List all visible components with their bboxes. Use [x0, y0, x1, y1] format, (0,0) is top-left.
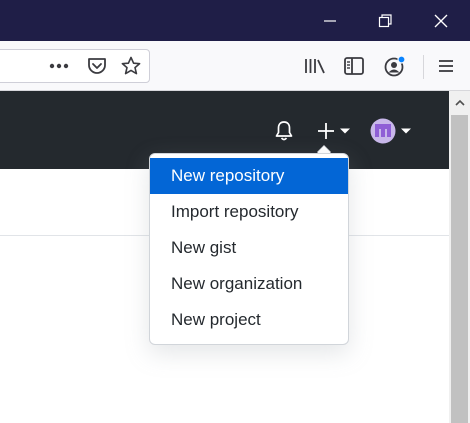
sidebar-button[interactable] — [336, 41, 372, 91]
menu-item-import-repository[interactable]: Import repository — [150, 194, 348, 230]
menu-item-new-organization[interactable]: New organization — [150, 266, 348, 302]
menu-icon — [439, 60, 453, 72]
pocket-button[interactable] — [79, 41, 115, 91]
chevron-down-icon — [339, 128, 350, 134]
bell-icon — [275, 121, 293, 141]
create-new-button[interactable] — [313, 119, 353, 143]
app-menu-button[interactable] — [428, 41, 464, 91]
chevron-up-icon — [454, 99, 465, 106]
library-icon — [305, 59, 325, 74]
dropdown-caret — [317, 146, 331, 153]
more-actions-icon — [49, 63, 69, 69]
minimize-button[interactable] — [305, 0, 355, 41]
menu-item-new-project[interactable]: New project — [150, 302, 348, 338]
plus-icon — [317, 123, 334, 139]
scroll-up-button[interactable] — [449, 91, 470, 113]
account-button[interactable] — [377, 41, 413, 91]
avatar — [370, 118, 396, 144]
chevron-down-icon — [401, 128, 411, 134]
close-window-button[interactable] — [416, 0, 466, 41]
bookmark-star-icon — [121, 56, 141, 75]
minimize-icon — [324, 19, 336, 22]
bookmark-button[interactable] — [113, 41, 149, 91]
scrollbar-thumb[interactable] — [451, 115, 468, 423]
restore-button[interactable] — [360, 0, 410, 41]
browser-toolbar — [0, 41, 470, 91]
page-scrollbar[interactable] — [449, 91, 470, 423]
user-menu-button[interactable] — [368, 118, 414, 144]
browser-titlebar — [0, 0, 470, 41]
pocket-icon — [88, 58, 106, 74]
notifications-button[interactable] — [272, 119, 296, 143]
menu-item-new-gist[interactable]: New gist — [150, 230, 348, 266]
sidebar-icon — [344, 57, 364, 75]
create-new-dropdown: New repository Import repository New gis… — [149, 153, 349, 345]
library-button[interactable] — [297, 41, 333, 91]
url-bar[interactable] — [0, 49, 150, 83]
menu-item-new-repository[interactable]: New repository — [150, 158, 348, 194]
toolbar-separator — [423, 55, 424, 79]
account-icon — [384, 55, 406, 77]
page-actions-button[interactable] — [41, 41, 77, 91]
restore-icon — [378, 13, 392, 27]
close-icon — [434, 14, 448, 27]
